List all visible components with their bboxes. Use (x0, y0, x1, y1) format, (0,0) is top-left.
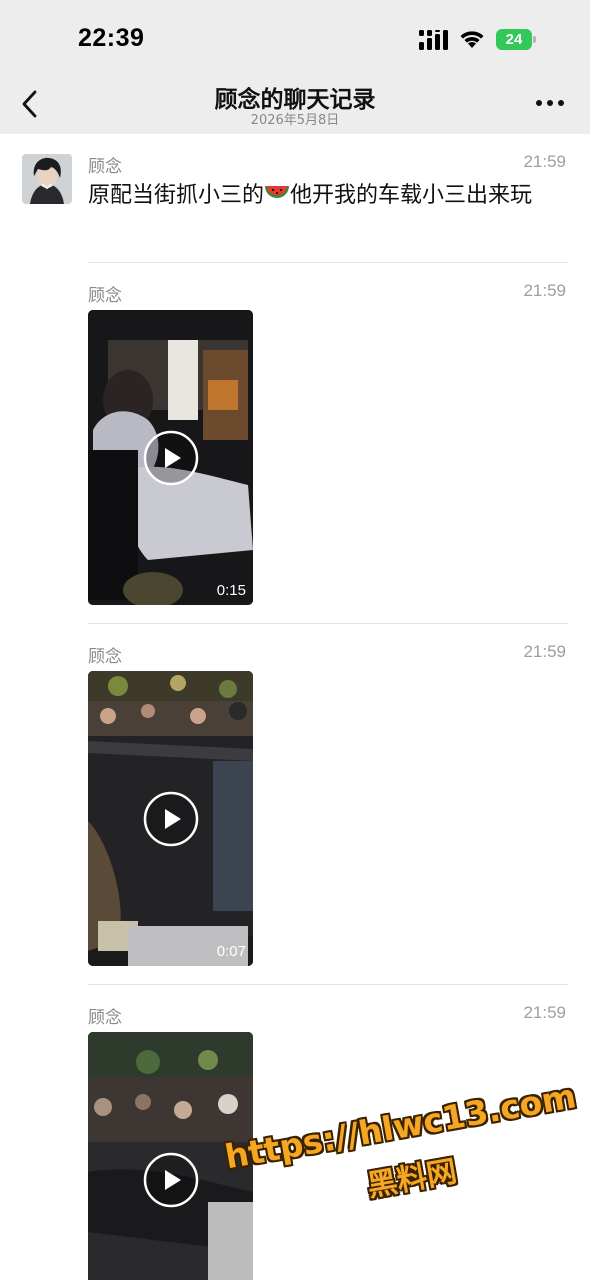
play-icon[interactable] (143, 1152, 199, 1208)
watermark-name: 黑料网 (364, 1154, 460, 1205)
wifi-icon (460, 31, 484, 48)
avatar[interactable] (22, 154, 72, 204)
battery-level: 24 (496, 29, 532, 50)
video-duration: 0:15 (216, 582, 246, 599)
message-sender: 顾念 (88, 1008, 122, 1028)
more-dots-icon[interactable] (535, 98, 565, 108)
message-time: 21:59 (523, 642, 566, 661)
watermelon-icon (265, 186, 290, 198)
nav-bar: 顾念的聊天记录 2026年5月8日 (0, 76, 590, 134)
message-text[interactable]: 原配当街抓小三的 他开我的车载小三出来玩 (88, 179, 558, 212)
signal-icon (419, 30, 448, 50)
message-sender: 顾念 (88, 157, 122, 177)
video-duration: 0:07 (216, 943, 246, 960)
message-item: 顾念 21:59 原配当街抓小三的 他开我的车载小三出来玩 (88, 152, 568, 252)
message-text-part: 他开我的车载小三出来玩 (290, 183, 533, 208)
message-time: 21:59 (523, 281, 566, 300)
video-thumbnail[interactable]: 0:15 (88, 310, 253, 605)
battery-nub (533, 36, 536, 43)
page-subtitle: 2026年5月8日 (250, 113, 340, 128)
message-time: 21:59 (523, 152, 566, 171)
divider (88, 984, 568, 985)
message-item: 顾念 21:59 0:07 (88, 642, 568, 972)
status-bar: 22:39 24 (0, 0, 590, 76)
message-item: 顾念 21:59 0:15 (88, 281, 568, 611)
play-icon[interactable] (143, 430, 199, 486)
battery-icon: 24 (496, 29, 536, 50)
divider (88, 623, 568, 624)
status-time: 22:39 (78, 24, 145, 52)
message-time: 21:59 (523, 1003, 566, 1022)
message-text-part: 原配当街抓小三的 (88, 183, 265, 208)
play-icon[interactable] (143, 791, 199, 847)
avatar-image (22, 154, 72, 204)
video-thumbnail[interactable]: 0:07 (88, 671, 253, 966)
message-sender: 顾念 (88, 647, 122, 667)
divider (88, 262, 568, 263)
message-sender: 顾念 (88, 286, 122, 306)
